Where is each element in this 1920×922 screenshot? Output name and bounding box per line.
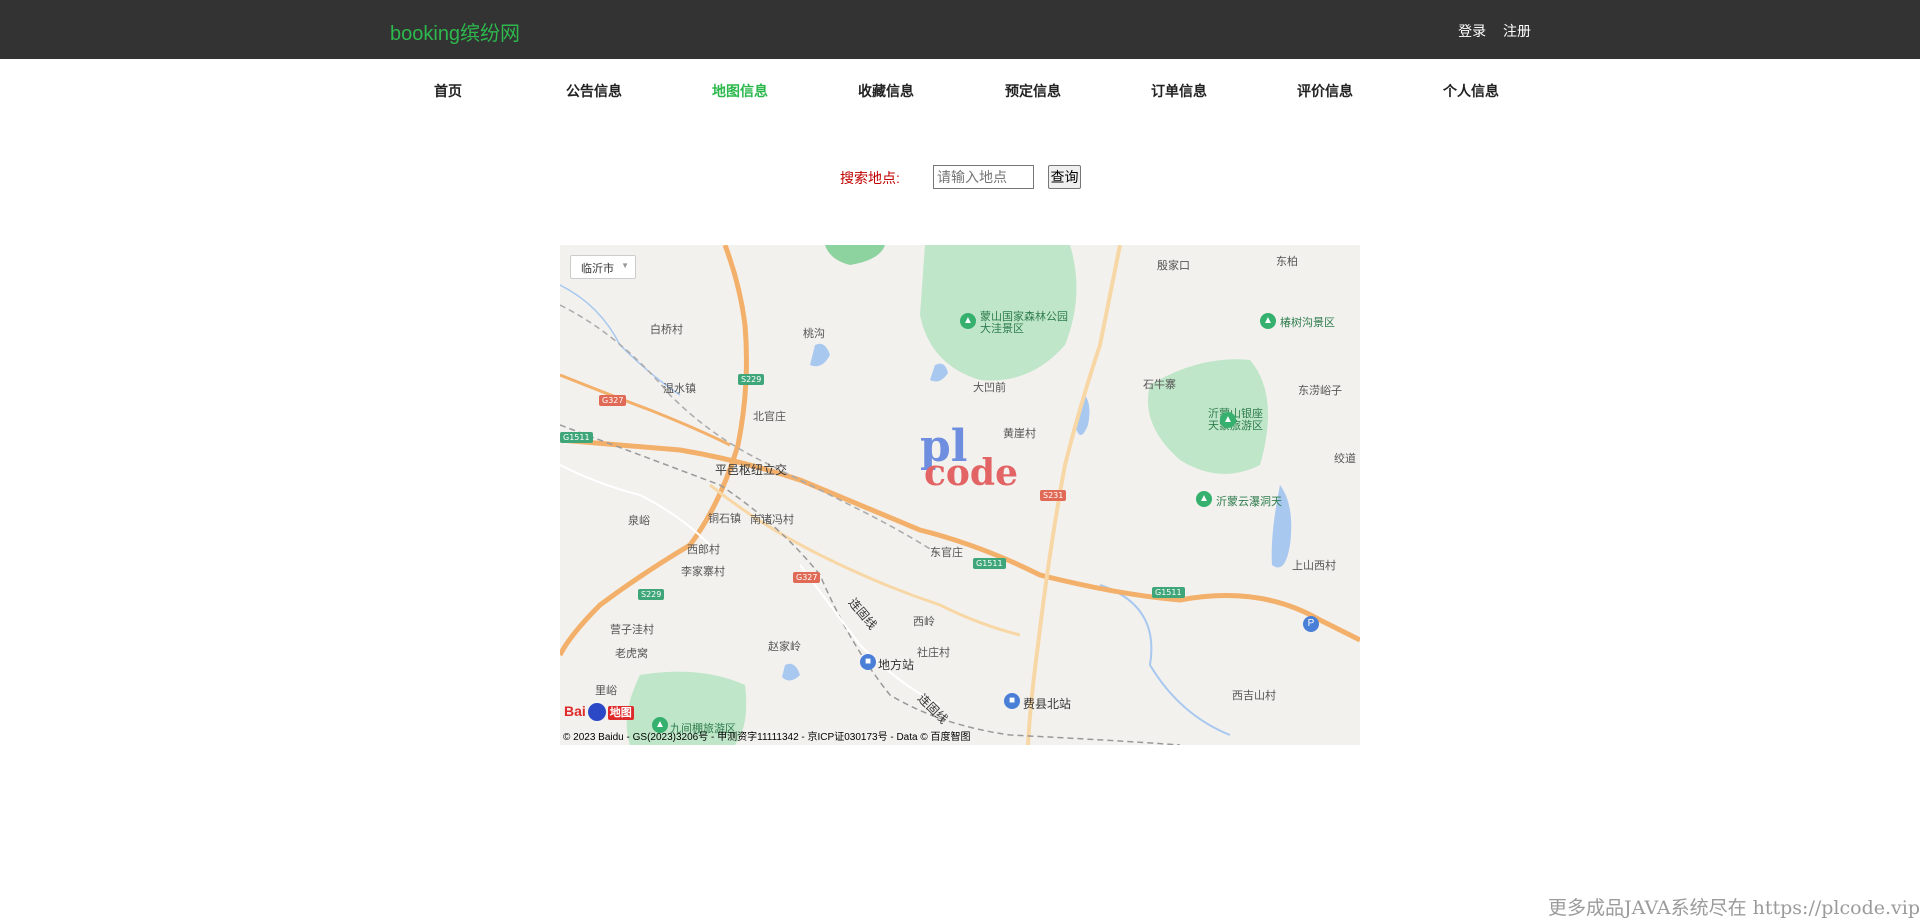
register-link[interactable]: 注册: [1503, 23, 1531, 39]
map-copyright: © 2023 Baidu - GS(2023)3206号 - 甲测资字11111…: [563, 732, 971, 743]
search-button[interactable]: 查询: [1048, 165, 1081, 189]
map-label: 费县北站: [1023, 697, 1072, 711]
road-shield: G327: [793, 572, 821, 583]
nav-item-home[interactable]: 首页: [375, 81, 521, 101]
nav-item-orders[interactable]: 订单信息: [1106, 81, 1252, 101]
map-label: 绞道: [1334, 452, 1356, 465]
baidu-logo-text: Bai: [564, 703, 586, 719]
nav-item-map[interactable]: 地图信息: [667, 81, 813, 101]
station-icon[interactable]: ■: [860, 654, 876, 670]
map-label: 东涝峪子: [1298, 384, 1342, 397]
auth-links: 登录 注册: [1445, 21, 1531, 41]
road-shield: S229: [738, 374, 765, 385]
map-label: 平邑枢纽立交: [715, 463, 788, 477]
map-label: 赵家岭: [768, 640, 801, 653]
map-label: 里峪: [595, 684, 617, 697]
nav-item-profile[interactable]: 个人信息: [1398, 81, 1544, 101]
search-input[interactable]: [933, 165, 1034, 189]
park-icon[interactable]: ▲: [960, 313, 976, 329]
map-label: 东官庄: [930, 546, 963, 559]
baidu-logo-tag: 地图: [607, 706, 634, 720]
search-label: 搜索地点:: [840, 170, 900, 186]
map-label: 白桥村: [650, 323, 683, 336]
map-label: 老虎窝: [615, 647, 648, 660]
watermark-code: code: [924, 452, 1019, 494]
road-shield: G1511: [973, 558, 1006, 569]
nav-item-announcements[interactable]: 公告信息: [521, 81, 667, 101]
chevron-down-icon: ▼: [621, 261, 629, 270]
map-label: 蒙山国家森林公园 大洼景区: [980, 310, 1068, 335]
map-label: 铜石镇: [708, 512, 741, 525]
top-bar: booking缤纷网 登录 注册: [0, 0, 1920, 59]
map-label: 殷家口: [1157, 259, 1190, 272]
map-label: 地方站: [878, 658, 915, 672]
city-select-value: 临沂市: [581, 263, 614, 275]
nav-item-reservations[interactable]: 预定信息: [960, 81, 1106, 101]
map-label: 营子洼村: [610, 623, 654, 636]
map-label: 李家寨村: [681, 565, 725, 578]
map-label: 上山西村: [1292, 559, 1336, 572]
map-label: 西吉山村: [1232, 689, 1276, 702]
login-link[interactable]: 登录: [1458, 23, 1486, 39]
nav-item-reviews[interactable]: 评价信息: [1252, 81, 1398, 101]
map-view[interactable]: 临沂市 ▼ 白桥村 桃沟 温水镇 北官庄 平邑枢纽立交 泉峪 铜石镇 南诸冯村 …: [560, 245, 1360, 745]
map-label: 北官庄: [753, 410, 786, 423]
station-icon[interactable]: ■: [1004, 693, 1020, 709]
park-icon[interactable]: ▲: [1220, 412, 1236, 428]
main-nav: 首页 公告信息 地图信息 收藏信息 预定信息 订单信息 评价信息 个人信息: [0, 59, 1920, 119]
nav-item-favorites[interactable]: 收藏信息: [813, 81, 959, 101]
map-label: 东柏: [1276, 255, 1298, 268]
road-shield: S229: [638, 589, 665, 600]
map-label: 西岭: [913, 615, 935, 628]
baidu-logo[interactable]: Bai 地图: [564, 703, 634, 722]
footer-watermark: 更多成品JAVA系统尽在 https://plcode.vip: [1548, 897, 1920, 919]
map-label: 南诸冯村: [750, 513, 794, 526]
map-label: 泉峪: [628, 514, 650, 527]
map-label: 大凹前: [973, 381, 1006, 394]
park-icon[interactable]: ▲: [1196, 491, 1212, 507]
parking-icon[interactable]: P: [1303, 616, 1319, 632]
park-icon[interactable]: ▲: [1260, 313, 1276, 329]
map-label: 沂蒙云瀑洞天: [1216, 495, 1282, 508]
brand-logo[interactable]: booking缤纷网: [390, 17, 520, 46]
road-shield: S231: [1040, 490, 1067, 501]
map-label: 黄崖村: [1003, 427, 1036, 440]
map-label: 社庄村: [917, 646, 950, 659]
city-select[interactable]: 临沂市 ▼: [570, 255, 636, 279]
road-shield: G327: [599, 395, 627, 406]
map-label: 椿树沟景区: [1280, 316, 1335, 329]
road-shield: G1511: [560, 432, 593, 443]
map-label: 西郎村: [687, 543, 720, 556]
map-label: 石牛寨: [1143, 378, 1176, 391]
road-shield: G1511: [1152, 587, 1185, 598]
map-label: 温水镇: [663, 382, 696, 395]
map-label: 桃沟: [803, 327, 825, 340]
paw-icon: [587, 703, 606, 722]
